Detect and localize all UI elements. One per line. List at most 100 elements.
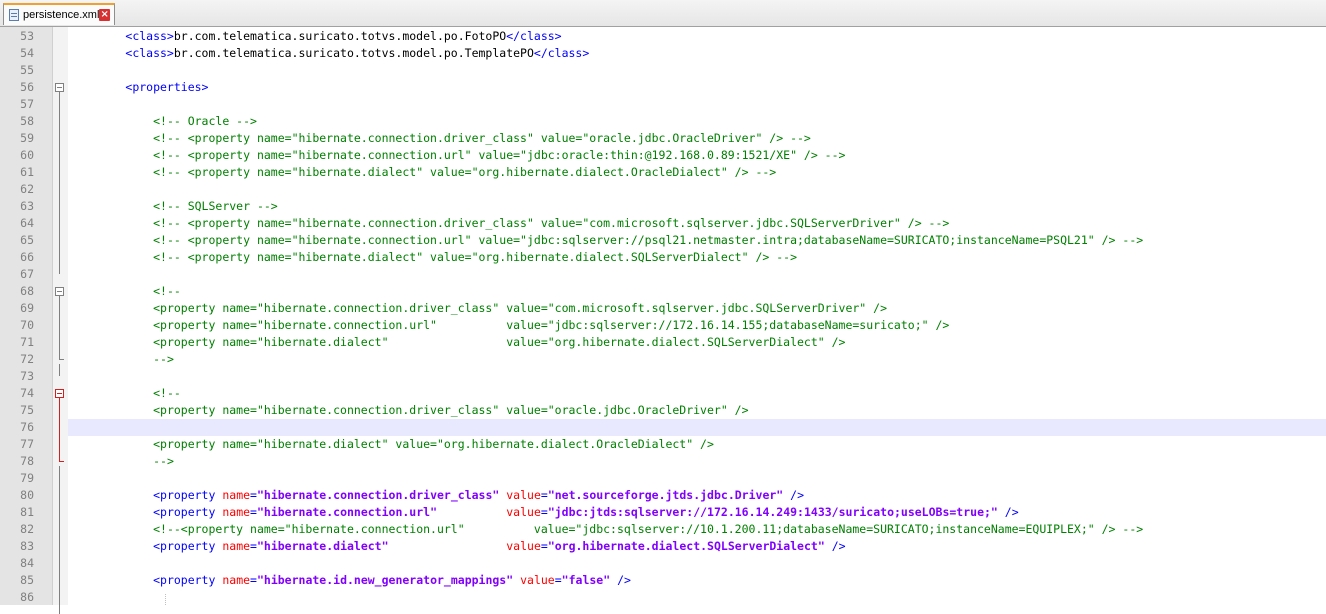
code-token: "hibernate.connection.driver_class"	[256, 488, 500, 502]
code-text: <properties>	[70, 79, 208, 96]
code-line[interactable]: 68 <!--	[0, 283, 1326, 300]
code-line[interactable]: 72 -->	[0, 351, 1326, 368]
code-text: <!--<property name="hibernate.connection…	[70, 521, 1143, 538]
fold-toggle-icon[interactable]	[55, 287, 64, 296]
code-token: <property name="hibernate.connection.url…	[153, 318, 950, 332]
line-number: 58	[20, 114, 34, 128]
code-token: <properties>	[125, 80, 209, 94]
code-line[interactable]: 54 <class>br.com.telematica.suricato.tot…	[0, 45, 1326, 62]
code-line[interactable]: 78 -->	[0, 453, 1326, 470]
code-text: <property name="hibernate.connection.url…	[70, 504, 1019, 521]
code-line[interactable]: 57	[0, 96, 1326, 113]
code-line[interactable]: 75 <property name="hibernate.connection.…	[0, 402, 1326, 419]
code-text: <!--	[70, 283, 181, 300]
code-line[interactable]: 81 <property name="hibernate.connection.…	[0, 504, 1326, 521]
close-icon[interactable]: ×	[99, 9, 110, 21]
code-token: =	[540, 488, 548, 502]
code-line[interactable]: 65 <!-- <property name="hibernate.connec…	[0, 232, 1326, 249]
tab-persistence-xml[interactable]: persistence.xml ×	[3, 3, 115, 25]
code-token: name	[222, 488, 251, 502]
code-token: -->	[153, 352, 174, 366]
code-line[interactable]: 64 <!-- <property name="hibernate.connec…	[0, 215, 1326, 232]
code-token: =	[554, 573, 562, 587]
fold-end-marker	[59, 461, 64, 462]
code-token: "hibernate.connection.url"	[256, 505, 437, 519]
code-token: />	[997, 505, 1019, 519]
code-line[interactable]: 79	[0, 470, 1326, 487]
code-line[interactable]: 60 <!-- <property name="hibernate.connec…	[0, 147, 1326, 164]
code-line[interactable]: 82 <!--<property name="hibernate.connect…	[0, 521, 1326, 538]
code-token: "org.hibernate.dialect.SQLServerDialect"	[547, 539, 825, 553]
code-line[interactable]: 77 <property name="hibernate.dialect" va…	[0, 436, 1326, 453]
code-text: <!-- <property name="hibernate.connectio…	[70, 147, 845, 164]
code-line[interactable]: 58 <!-- Oracle -->	[0, 113, 1326, 130]
code-line[interactable]: 66 <!-- <property name="hibernate.dialec…	[0, 249, 1326, 266]
code-line[interactable]: 86	[0, 589, 1326, 606]
code-token: <property name="hibernate.dialect" value…	[153, 335, 846, 349]
code-line[interactable]: 62	[0, 181, 1326, 198]
code-text: <!-- <property name="hibernate.dialect" …	[70, 249, 797, 266]
line-number: 86	[20, 590, 34, 604]
code-line[interactable]: 56 <properties>	[0, 79, 1326, 96]
code-token: <property	[153, 505, 223, 519]
code-text: <!-- Oracle -->	[70, 113, 257, 130]
line-number: 85	[20, 573, 34, 587]
line-number: 57	[20, 97, 34, 111]
line-number: 76	[20, 420, 34, 434]
code-line[interactable]: 70 <property name="hibernate.connection.…	[0, 317, 1326, 334]
code-token: value	[506, 539, 541, 553]
code-line[interactable]: 63 <!-- SQLServer -->	[0, 198, 1326, 215]
fold-toggle-icon[interactable]	[55, 83, 64, 92]
code-text: <!-- <property name="hibernate.connectio…	[70, 232, 1143, 249]
code-line[interactable]: 53 <class>br.com.telematica.suricato.tot…	[0, 28, 1326, 45]
tab-bar: persistence.xml ×	[0, 0, 1326, 27]
code-line[interactable]: 61 <!-- <property name="hibernate.dialec…	[0, 164, 1326, 181]
code-text: <property name="hibernate.dialect" value…	[70, 436, 714, 453]
code-line[interactable]: 84	[0, 555, 1326, 572]
code-line[interactable]: 83 <property name="hibernate.dialect" va…	[0, 538, 1326, 555]
code-line[interactable]: 69 <property name="hibernate.connection.…	[0, 300, 1326, 317]
code-line[interactable]: 59 <!-- <property name="hibernate.connec…	[0, 130, 1326, 147]
line-number: 55	[20, 63, 34, 77]
code-token: />	[824, 539, 846, 553]
code-text: <property name="hibernate.connection.dri…	[70, 300, 887, 317]
code-token: <property	[153, 539, 223, 553]
code-text: <class>br.com.telematica.suricato.totvs.…	[70, 28, 561, 45]
code-token: <property	[153, 488, 223, 502]
code-token: "hibernate.dialect"	[256, 539, 389, 553]
line-number: 71	[20, 335, 34, 349]
code-line[interactable]: 67	[0, 266, 1326, 283]
line-number: 82	[20, 522, 34, 536]
code-line[interactable]: 85 <property name="hibernate.id.new_gene…	[0, 572, 1326, 589]
code-token: name	[222, 539, 251, 553]
tab-label: persistence.xml	[22, 9, 100, 21]
code-token: -->	[153, 454, 174, 468]
code-token: <!-- <property name="hibernate.connectio…	[153, 148, 846, 162]
fold-line	[59, 398, 60, 461]
code-line[interactable]: 55	[0, 62, 1326, 79]
code-line[interactable]: 71 <property name="hibernate.dialect" va…	[0, 334, 1326, 351]
fold-toggle-icon[interactable]	[55, 389, 64, 398]
code-line[interactable]: 80 <property name="hibernate.connection.…	[0, 487, 1326, 504]
line-number: 68	[20, 284, 34, 298]
fold-line	[59, 364, 60, 376]
code-line[interactable]: 74 <!--	[0, 385, 1326, 402]
file-icon	[9, 9, 19, 21]
code-text: <property name = "hibernate.connection.dri…	[70, 487, 804, 504]
code-token: =	[250, 539, 257, 553]
code-line[interactable]: 73	[0, 368, 1326, 385]
code-token: name	[222, 505, 251, 519]
fold-end-marker	[59, 359, 64, 360]
